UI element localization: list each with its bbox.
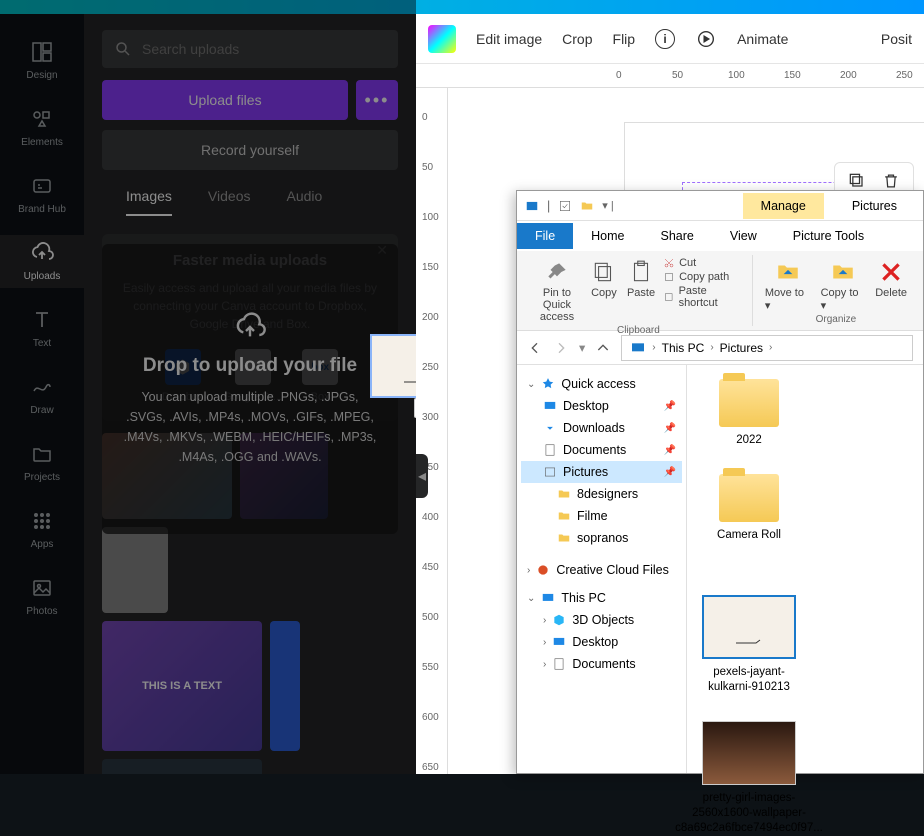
- upload-cloud-icon: [234, 311, 266, 343]
- paste-button[interactable]: Paste: [625, 257, 657, 301]
- explorer-ribbon: Pin to Quick access Copy Paste Cut Copy …: [517, 251, 923, 331]
- position-button[interactable]: Posit: [881, 31, 912, 47]
- animate-button[interactable]: Animate: [737, 31, 788, 47]
- tree-desktop[interactable]: Desktop📌: [521, 395, 682, 417]
- address-path[interactable]: › This PC › Pictures ›: [621, 335, 913, 361]
- ruler-vertical: 0501001502002503003504004505005506006507…: [416, 88, 448, 774]
- sidebar-item-draw[interactable]: Draw: [0, 369, 84, 422]
- tab-audio[interactable]: Audio: [286, 188, 322, 216]
- tree-downloads[interactable]: Downloads📌: [521, 417, 682, 439]
- copy-badge: + Copy: [414, 398, 416, 418]
- checkbox-icon[interactable]: [558, 199, 572, 213]
- menu-view[interactable]: View: [712, 223, 775, 249]
- sidebar-item-apps[interactable]: Apps: [0, 503, 84, 556]
- tree-sopranos[interactable]: sopranos: [521, 527, 682, 549]
- tree-desktop2[interactable]: ›Desktop: [521, 631, 682, 653]
- thumbnail[interactable]: [270, 621, 300, 751]
- duplicate-icon[interactable]: [847, 171, 867, 191]
- menu-home[interactable]: Home: [573, 223, 642, 249]
- folder-small-icon: [580, 199, 594, 213]
- sidebar-item-elements[interactable]: Elements: [0, 101, 84, 154]
- tree-quick-access[interactable]: ⌄Quick access: [521, 373, 682, 395]
- crop-button[interactable]: Crop: [562, 31, 592, 47]
- delete-button[interactable]: Delete: [873, 257, 909, 301]
- edit-image-button[interactable]: Edit image: [476, 31, 542, 47]
- explorer-titlebar: | ▾ | Manage Pictures: [517, 191, 923, 221]
- tree-documents[interactable]: Documents📌: [521, 439, 682, 461]
- pin-quickaccess-button[interactable]: Pin to Quick access: [531, 257, 583, 325]
- drop-body: You can upload multiple .PNGs, .JPGs, .S…: [122, 387, 378, 467]
- file-pexels-image[interactable]: pexels-jayant-kulkarni-910213: [701, 595, 797, 695]
- thumbnail[interactable]: [102, 527, 168, 613]
- ruler-horizontal: 050100150200250300350400450: [416, 64, 924, 88]
- sidebar-item-text[interactable]: Text: [0, 302, 84, 355]
- explorer-tree: ⌄Quick access Desktop📌 Downloads📌 Docume…: [517, 365, 687, 773]
- sidebar-item-design[interactable]: Design: [0, 34, 84, 87]
- tree-creative-cloud[interactable]: ›Creative Cloud Files: [521, 559, 682, 581]
- menu-picture-tools[interactable]: Picture Tools: [775, 223, 882, 249]
- title-pictures: Pictures: [834, 193, 915, 219]
- upload-files-button[interactable]: Upload files: [102, 80, 348, 120]
- canvas-toolbar: Edit image Crop Flip i Animate Posit: [416, 14, 924, 64]
- menu-file[interactable]: File: [517, 223, 573, 249]
- tree-3dobjects[interactable]: ›3D Objects: [521, 609, 682, 631]
- menu-share[interactable]: Share: [643, 223, 712, 249]
- sidebar-item-projects[interactable]: Projects: [0, 436, 84, 489]
- trash-icon[interactable]: [881, 171, 901, 191]
- copy-button[interactable]: Copy: [589, 257, 619, 301]
- file-pretty-girl-image[interactable]: pretty-girl-images-2560x1600-wallpaper-c…: [701, 721, 797, 836]
- tab-videos[interactable]: Videos: [208, 188, 251, 216]
- up-icon[interactable]: [595, 340, 611, 356]
- window-icon: [525, 199, 539, 213]
- info-icon[interactable]: i: [655, 29, 675, 49]
- copy-path-button[interactable]: Copy path: [663, 271, 746, 283]
- back-icon[interactable]: [527, 340, 543, 356]
- copyto-button[interactable]: Copy to ▾: [819, 257, 868, 314]
- search-uploads[interactable]: [102, 30, 398, 68]
- flip-button[interactable]: Flip: [613, 31, 636, 47]
- uploads-panel: Upload files ••• Record yourself Images …: [84, 14, 416, 774]
- file-explorer-window: | ▾ | Manage Pictures File Home Share Vi…: [516, 190, 924, 774]
- folder-2022[interactable]: 2022: [701, 379, 797, 448]
- sidebar-item-photos[interactable]: Photos: [0, 570, 84, 623]
- search-icon: [114, 40, 132, 58]
- folder-cameraroll[interactable]: Camera Roll: [701, 474, 797, 543]
- tree-pictures[interactable]: Pictures📌: [521, 461, 682, 483]
- tab-images[interactable]: Images: [126, 188, 172, 216]
- collapse-panel-button[interactable]: ◂: [416, 454, 428, 498]
- pc-icon: [630, 340, 646, 356]
- tree-this-pc[interactable]: ⌄This PC: [521, 587, 682, 609]
- sidebar-item-uploads[interactable]: Uploads: [0, 235, 84, 288]
- upload-tabs: Images Videos Audio: [102, 188, 398, 216]
- tree-8designers[interactable]: 8designers: [521, 483, 682, 505]
- tab-manage[interactable]: Manage: [743, 193, 824, 219]
- sidebar: Design Elements Brand Hub Uploads Text D…: [0, 14, 84, 774]
- explorer-menu: File Home Share View Picture Tools: [517, 221, 923, 251]
- explorer-addressbar: ▾ › This PC › Pictures ›: [517, 331, 923, 365]
- paste-shortcut-button[interactable]: Paste shortcut: [663, 285, 746, 309]
- moveto-button[interactable]: Move to ▾: [763, 257, 813, 314]
- color-swatch[interactable]: [428, 25, 456, 53]
- drag-preview: + Copy: [370, 334, 416, 398]
- record-yourself-button[interactable]: Record yourself: [102, 130, 398, 170]
- forward-icon[interactable]: [553, 340, 569, 356]
- thumbnail[interactable]: We've been building houses: [102, 759, 262, 774]
- thumbnail[interactable]: THIS IS A TEXT: [102, 621, 262, 751]
- tree-filme[interactable]: Filme: [521, 505, 682, 527]
- drop-overlay: Drop to upload your file You can upload …: [102, 244, 398, 534]
- sidebar-item-brandhub[interactable]: Brand Hub: [0, 168, 84, 221]
- explorer-files: 2022 Camera Roll pexels-jayant-kulkarni-…: [687, 365, 923, 773]
- cut-button[interactable]: Cut: [663, 257, 746, 269]
- drop-title: Drop to upload your file: [143, 355, 357, 377]
- tree-documents2[interactable]: ›Documents: [521, 653, 682, 675]
- animate-icon: [695, 28, 717, 50]
- search-input[interactable]: [142, 41, 386, 57]
- upload-more-button[interactable]: •••: [356, 80, 398, 120]
